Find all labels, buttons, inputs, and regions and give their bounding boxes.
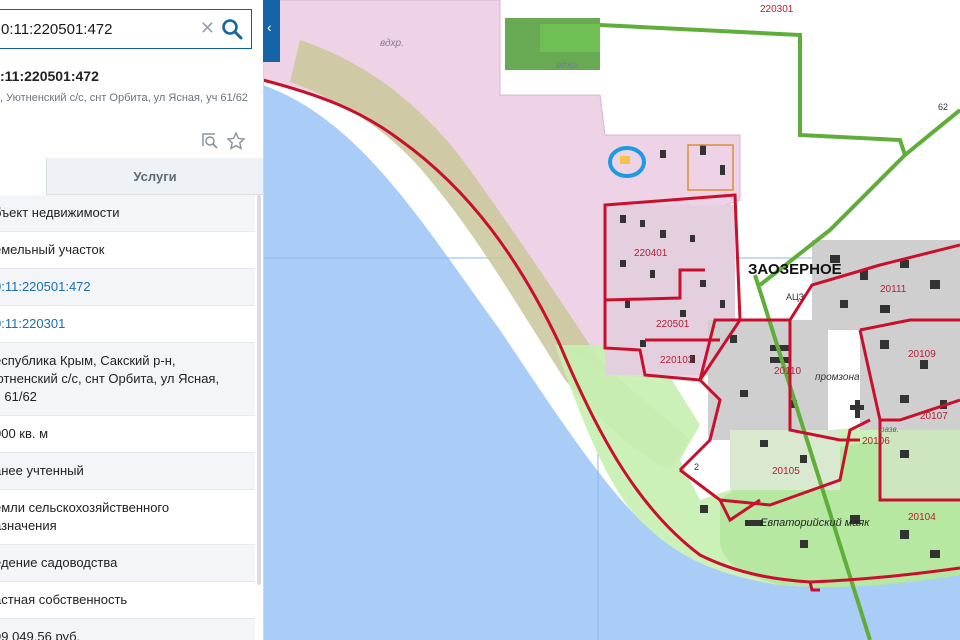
- info-panel: 0:11:220501:472 ✕ :11:220501:472 , Уютне…: [0, 0, 264, 640]
- label-20106: 20106: [862, 436, 890, 447]
- row-text[interactable]: 0:11:220301: [0, 315, 255, 333]
- label-vdhr-1: вдхр.: [380, 38, 404, 49]
- row-text: 99 049,56 руб.: [0, 629, 81, 640]
- search-input[interactable]: 0:11:220501:472 ✕: [0, 9, 252, 49]
- clear-icon[interactable]: ✕: [200, 16, 215, 40]
- list-item: астная собственность: [0, 582, 255, 619]
- label-vdhr-2: вдхр.: [556, 60, 580, 71]
- scrollbar[interactable]: [255, 195, 263, 595]
- list-item: емли сельскохозяйственного азначения: [0, 490, 255, 545]
- row-text: емельный участок: [0, 242, 105, 257]
- list-item: анее учтенный: [0, 453, 255, 490]
- row-text: еспублика Крым, Сакский р-н, ютненский с…: [0, 353, 220, 404]
- label-20105: 20105: [772, 466, 800, 477]
- label-2: 2: [694, 462, 699, 472]
- row-text[interactable]: 0:11:220501:472: [0, 278, 255, 296]
- row-text: астная собственность: [0, 592, 128, 607]
- label-20110: 20110: [774, 366, 802, 377]
- label-promzona: промзона: [815, 372, 860, 383]
- list-item: еспублика Крым, Сакский р-н, ютненский с…: [0, 343, 255, 416]
- label-20109: 20109: [908, 349, 936, 360]
- tab-info[interactable]: [0, 158, 46, 195]
- list-item: емельный участок: [0, 232, 255, 269]
- star-icon[interactable]: [226, 131, 246, 151]
- label-220301: 220301: [760, 4, 794, 15]
- label-mayak: Евпаторийский маяк: [760, 517, 870, 529]
- label-20104: 20104: [908, 512, 936, 523]
- chevron-left-icon: ‹: [267, 19, 272, 35]
- tab-services[interactable]: Услуги: [46, 158, 263, 195]
- row-text: бъект недвижимости: [0, 205, 120, 220]
- label-220103: 220103: [660, 355, 694, 366]
- label-au3: АЦЗ: [786, 292, 804, 302]
- label-town: ЗАОЗЕРНОЕ: [748, 261, 842, 278]
- row-text: анее учтенный: [0, 463, 84, 478]
- search-icon[interactable]: [219, 16, 245, 42]
- row-text: 000 кв. м: [0, 426, 49, 441]
- panel-tabs: Услуги: [0, 158, 263, 195]
- list-item-link[interactable]: 0:11:220301: [0, 306, 255, 343]
- object-address: , Уютненский с/с, снт Орбита, ул Ясная, …: [0, 92, 248, 104]
- list-item-link[interactable]: 0:11:220501:472: [0, 269, 255, 306]
- collapse-panel-button[interactable]: ‹: [263, 0, 280, 62]
- label-62: 62: [938, 102, 948, 112]
- row-text: едение садоводства: [0, 555, 118, 570]
- property-list: бъект недвижимости емельный участок 0:11…: [0, 195, 255, 640]
- label-20111: 20111: [880, 284, 907, 295]
- label-20107: 20107: [920, 411, 948, 422]
- scrollbar-thumb[interactable]: [257, 195, 261, 585]
- list-item: 99 049,56 руб.: [0, 619, 255, 640]
- label-raz: разв.: [879, 425, 899, 434]
- row-text: емли сельскохозяйственного азначения: [0, 500, 170, 533]
- list-item: едение садоводства: [0, 545, 255, 582]
- label-220501: 220501: [656, 319, 690, 330]
- zoom-to-object-icon[interactable]: [200, 131, 220, 151]
- object-title: :11:220501:472: [0, 68, 99, 84]
- search-bar: 0:11:220501:472 ✕: [0, 0, 263, 62]
- label-220401: 220401: [634, 248, 668, 259]
- list-item: 000 кв. м: [0, 416, 255, 453]
- search-input-value: 0:11:220501:472: [1, 21, 113, 38]
- list-item: бъект недвижимости: [0, 195, 255, 232]
